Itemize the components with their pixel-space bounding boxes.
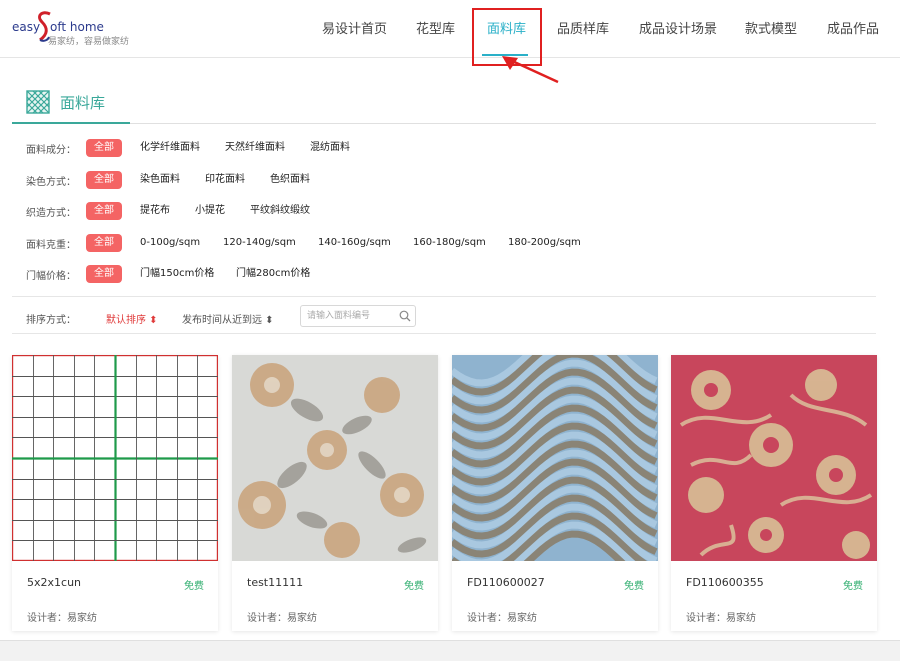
nav-design-scenes[interactable]: 成品设计场景 [639,18,717,37]
filter-chip-all[interactable]: 全部 [86,265,122,283]
filter-chip[interactable]: 提花布 [140,202,170,220]
filter-row-weight: 面料克重： 全部 0-100g/sqm 120-140g/sqm 140-160… [26,232,876,254]
fabric-price: 免费 [184,581,204,592]
filter-chip[interactable]: 160-180g/sqm [413,234,486,252]
fabric-designer: 设计者：易家纺 [686,613,756,624]
search-icon[interactable] [399,310,411,322]
filter-chip-all[interactable]: 全部 [86,234,122,252]
fabric-price: 免费 [843,581,863,592]
fabric-card[interactable]: FD110600027 免费 设计者：易家纺 [452,355,658,631]
filter-row-composition: 面料成分： 全部 化学纤维面料 天然纤维面料 混纺面料 [26,137,876,159]
section-title-underline [12,122,130,124]
top-header: easy oft home 易家纺，容易做家纺 易设计首页 花型库 面料库 品质… [0,0,900,58]
nav-quality-samples[interactable]: 品质样库 [557,18,609,37]
damask-pattern-image [671,355,877,561]
filter-label: 染色方式： [26,177,76,188]
sort-label: 排序方式： [26,315,76,326]
filter-label: 门幅价格： [26,271,76,282]
fabric-thumbnail [232,355,438,561]
sort-by-time-button[interactable]: 发布时间从近到远 ⬍ [182,311,274,326]
filter-label: 面料成分： [26,145,76,156]
fabric-search-input[interactable] [307,308,391,324]
nav-home[interactable]: 易设计首页 [322,18,387,37]
filter-chip[interactable]: 化学纤维面料 [140,139,200,157]
nav-pattern-library[interactable]: 花型库 [416,18,455,37]
grid-pattern-image [12,355,218,561]
filter-chip[interactable]: 混纺面料 [310,139,350,157]
filter-chip[interactable]: 天然纤维面料 [225,139,285,157]
fabric-name: test11111 [247,576,304,589]
filter-chip-all[interactable]: 全部 [86,139,122,157]
logo-brand-text: oft home [50,20,104,34]
fabric-designer: 设计者：易家纺 [27,613,97,624]
filter-chip[interactable]: 染色面料 [140,171,180,189]
divider [12,296,876,297]
lattice-icon [26,90,50,114]
filter-row-weaving: 织造方式： 全部 提花布 小提花 平纹斜纹缎纹 [26,200,876,222]
fabric-card[interactable]: FD110600355 免费 设计者：易家纺 [671,355,877,631]
bottom-bar [0,640,900,661]
filter-label: 织造方式： [26,208,76,219]
filter-chip[interactable]: 平纹斜纹缎纹 [250,202,310,220]
fabric-name: FD110600027 [467,576,545,589]
filter-chip[interactable]: 180-200g/sqm [508,234,581,252]
fabric-name: 5x2x1cun [27,576,82,589]
filter-label: 面料克重： [26,240,76,251]
filter-chip[interactable]: 140-160g/sqm [318,234,391,252]
nav-finished-works[interactable]: 成品作品 [827,18,879,37]
fabric-designer: 设计者：易家纺 [247,613,317,624]
filter-chip[interactable]: 色织面料 [270,171,310,189]
filter-chip[interactable]: 0-100g/sqm [140,234,200,252]
filter-chip-all[interactable]: 全部 [86,202,122,220]
filter-chip[interactable]: 120-140g/sqm [223,234,296,252]
fabric-price: 免费 [624,581,644,592]
filter-chip[interactable]: 印花面料 [205,171,245,189]
filter-row-price: 门幅价格： 全部 门幅150cm价格 门幅280cm价格 [26,263,876,285]
filter-row-dyeing: 染色方式： 全部 染色面料 印花面料 色织面料 [26,169,876,191]
filter-chip-all[interactable]: 全部 [86,171,122,189]
fabric-card[interactable]: 5x2x1cun 免费 设计者：易家纺 [12,355,218,631]
fabric-thumbnail [671,355,877,561]
sort-default-button[interactable]: 默认排序 ⬍ [106,311,158,326]
nav-style-models[interactable]: 款式模型 [745,18,797,37]
fabric-price: 免费 [404,581,424,592]
logo[interactable]: easy oft home 易家纺，容易做家纺 [10,10,140,50]
floral-pattern-image [232,355,438,561]
section-header: 面料库 [12,78,876,124]
wave-stripe-image [452,355,658,561]
filter-chip[interactable]: 门幅150cm价格 [140,265,214,283]
fabric-search-box [300,305,416,327]
fabric-designer: 设计者：易家纺 [467,613,537,624]
filter-chip[interactable]: 门幅280cm价格 [236,265,310,283]
fabric-thumbnail [12,355,218,561]
logo-slogan: 易家纺，容易做家纺 [48,37,130,47]
divider [12,333,876,334]
filter-chip[interactable]: 小提花 [195,202,225,220]
fabric-name: FD110600355 [686,576,764,589]
fabric-thumbnail [452,355,658,561]
section-title: 面料库 [60,94,106,112]
fabric-card[interactable]: test11111 免费 设计者：易家纺 [232,355,438,631]
